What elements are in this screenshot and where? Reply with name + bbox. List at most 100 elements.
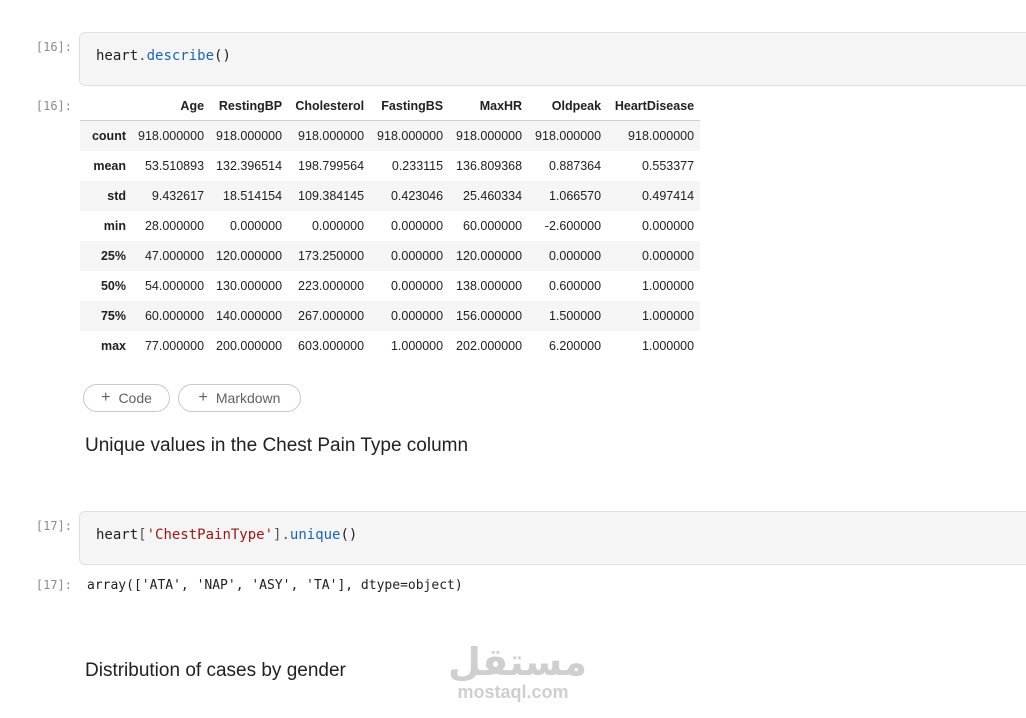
markdown-gender-heading: Distribution of cases by gender	[85, 660, 346, 681]
add-code-label: Code	[118, 390, 152, 406]
code-token-obj: heart	[96, 48, 139, 64]
table-cell: 138.000000	[456, 279, 523, 293]
table-cell: 0.887364	[548, 159, 602, 173]
table-cell: 173.250000	[298, 249, 365, 263]
input-prompt-17: [17]:	[35, 519, 72, 533]
table-cell: 136.809368	[456, 159, 523, 173]
table-body: count 918.000000 918.000000 918.000000 918.0…	[80, 120, 701, 362]
table-cell: 603.000000	[298, 339, 365, 353]
table-cell: 18.514154	[223, 189, 283, 203]
table-cell: 0.233115	[391, 159, 444, 173]
output-prompt-17: [17]:	[35, 578, 72, 592]
table-cell: 1.000000	[641, 309, 695, 323]
table-cell: 198.799564	[298, 159, 365, 173]
table-cell: 0.000000	[311, 219, 365, 233]
table-cell: 60.000000	[144, 309, 205, 323]
table-cell: 0.553377	[641, 159, 695, 173]
table-cell: -2.600000	[544, 219, 602, 233]
table-cell: 918.000000	[216, 129, 283, 143]
table-row: 25% 47.000000 120.000000 173.250000 0.000000…	[80, 241, 701, 271]
mostaql-watermark: مستقل mostaql.com	[448, 640, 587, 702]
add-markdown-label: Markdown	[215, 390, 281, 406]
table-cell: 1.000000	[641, 279, 695, 293]
input-prompt-16: [16]:	[35, 40, 72, 54]
table-header-row: Age RestingBP Cholesterol FastingBS MaxHR Old…	[80, 92, 701, 121]
table-cell: 0.423046	[390, 189, 444, 203]
table-cell: 1.000000	[390, 339, 444, 353]
table-cell: 109.384145	[298, 189, 365, 203]
table-cell: 6.200000	[548, 339, 602, 353]
table-cell: 9.432617	[151, 189, 205, 203]
table-cell: 1.066570	[548, 189, 602, 203]
table-cell: 0.000000	[641, 249, 695, 263]
code-cell-unique[interactable]: heart['ChestPainType'].unique()	[79, 511, 1026, 565]
table-cell: 918.000000	[628, 129, 695, 143]
code-cell-describe[interactable]: heart.describe()	[79, 32, 1026, 86]
code-token-dot: .	[138, 48, 147, 64]
table-cell: 918.000000	[138, 129, 205, 143]
code-token-dot: .	[281, 527, 290, 543]
table-cell: 0.497414	[641, 189, 695, 203]
code-line: heart.describe()	[96, 48, 231, 64]
table-row: mean 53.510893 132.396514 198.799564 0.23311…	[80, 151, 700, 181]
table-cell: 156.000000	[456, 309, 523, 323]
table-cell: 60.000000	[463, 219, 523, 233]
table-cell: 1.000000	[641, 339, 695, 353]
row-label: mean	[93, 159, 126, 173]
output-prompt-16: [16]:	[35, 99, 72, 113]
row-label: count	[91, 129, 126, 143]
column-header: Cholesterol	[288, 92, 371, 121]
row-label: 50%	[100, 279, 126, 293]
table-cell: 25.460334	[463, 189, 523, 203]
table-cell: 0.000000	[390, 279, 444, 293]
code-line: heart['ChestPainType'].unique()	[96, 527, 357, 543]
table-corner	[80, 92, 132, 121]
table-cell: 0.000000	[548, 249, 602, 263]
markdown-chest-pain-heading: Unique values in the Chest Pain Type col…	[85, 435, 469, 456]
table-cell: 202.000000	[456, 339, 523, 353]
code-token-func: unique	[289, 527, 341, 543]
unique-output: array(['ATA', 'NAP', 'ASY', 'TA'], dtype…	[87, 578, 463, 593]
watermark-arabic: مستقل	[448, 640, 587, 684]
table-cell: 120.000000	[456, 249, 523, 263]
code-token-lbracket: [	[138, 527, 147, 543]
table-cell: 200.000000	[216, 339, 283, 353]
code-token-paren: ()	[214, 48, 231, 64]
table-cell: 918.000000	[298, 129, 365, 143]
table-row: 50% 54.000000 130.000000 223.000000 0.000000…	[80, 271, 700, 301]
table-cell: 1.500000	[548, 309, 602, 323]
table-cell: 54.000000	[144, 279, 205, 293]
table-cell: 77.000000	[144, 339, 205, 353]
column-header: HeartDisease	[607, 92, 701, 121]
table-cell: 132.396514	[216, 159, 283, 173]
plus-icon: +	[101, 389, 111, 406]
add-code-cell-button[interactable]: + Code	[83, 384, 170, 412]
table-cell: 918.000000	[456, 129, 523, 143]
table-cell: 120.000000	[216, 249, 283, 263]
table-cell: 223.000000	[298, 279, 365, 293]
table-cell: 0.000000	[641, 219, 695, 233]
table-row: min 28.000000 0.000000 0.000000 0.000000 60.0…	[80, 211, 700, 241]
watermark-latin: mostaql.com	[457, 682, 569, 702]
table-cell: 28.000000	[144, 219, 205, 233]
code-token-string: 'ChestPainType'	[146, 527, 274, 543]
table-cell: 918.000000	[535, 129, 602, 143]
table-row: std 9.432617 18.514154 109.384145 0.423046 25…	[80, 181, 701, 211]
table-row: max 77.000000 200.000000 603.000000 1.000000…	[80, 331, 700, 361]
column-header: MaxHR	[449, 92, 529, 121]
table-cell: 0.000000	[229, 219, 283, 233]
table-cell: 140.000000	[216, 309, 283, 323]
column-header: RestingBP	[210, 92, 289, 121]
add-markdown-cell-button[interactable]: + Markdown	[178, 384, 301, 412]
table-cell: 53.510893	[144, 159, 205, 173]
describe-table: Age RestingBP Cholesterol FastingBS MaxHR Old…	[80, 92, 701, 362]
row-label: max	[100, 339, 126, 353]
code-token-paren: ()	[340, 527, 358, 543]
code-token-obj: heart	[96, 527, 139, 543]
table-row: count 918.000000 918.000000 918.000000 918.0…	[80, 120, 701, 151]
row-label: min	[103, 219, 126, 233]
code-token-func: describe	[146, 48, 215, 64]
column-header: FastingBS	[370, 92, 450, 121]
table-cell: 0.600000	[548, 279, 602, 293]
table-cell: 0.000000	[390, 309, 444, 323]
